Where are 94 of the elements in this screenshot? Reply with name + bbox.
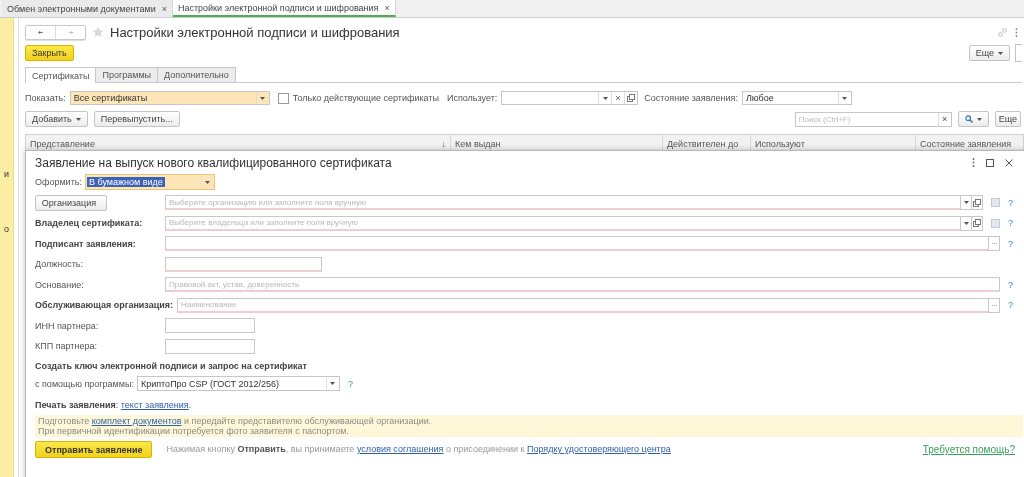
statement-link[interactable]: текст заявления: [120, 400, 189, 410]
open-tab[interactable]: Настройки электронной подписи и шифрования ×: [172, 0, 396, 17]
caret-icon: [976, 117, 982, 121]
input-field[interactable]: [165, 338, 255, 354]
close-button[interactable]: Закрыть: [25, 45, 74, 61]
search-button[interactable]: [957, 111, 989, 127]
caret-icon: [260, 96, 266, 100]
open-icon[interactable]: [973, 219, 981, 228]
column-header[interactable]: Состояние заявления: [920, 139, 1012, 149]
input-field[interactable]: [165, 318, 255, 334]
help-link[interactable]: ?: [1006, 300, 1015, 311]
close-icon[interactable]: [1005, 158, 1013, 167]
menu-icon[interactable]: [972, 158, 975, 167]
program-select[interactable]: КриптоПро CSP (ГОСТ 2012/256): [136, 376, 340, 392]
caret-icon: [330, 382, 336, 386]
tab[interactable]: Программы: [95, 67, 159, 82]
open-icon[interactable]: [627, 94, 636, 102]
agreement-text: Нажимая кнопку Отправить, вы принимаете условия соглашения о присоединении к Порядку удостоверяющего центра: [166, 444, 671, 455]
state-select[interactable]: Любое: [741, 91, 852, 105]
help-link[interactable]: ?: [1006, 197, 1015, 208]
section-heading: Создать ключ электронной подписи и запрос на сертификат: [35, 360, 308, 373]
tab[interactable]: Дополнительно: [157, 67, 236, 82]
caret-icon: [998, 51, 1003, 55]
field-label: КПП партнера:: [35, 341, 98, 352]
page-title: Настройки электронной подписи и шифрования: [110, 24, 401, 40]
show-label: Показать:: [25, 93, 66, 103]
tab-title[interactable]: Обмен электронными документами: [7, 3, 156, 14]
caret-icon: [205, 180, 211, 184]
sidebar-item[interactable]: о: [3, 223, 10, 235]
help-link[interactable]: ?: [1006, 238, 1015, 249]
form-type-label: Оформить:: [35, 177, 82, 188]
toolbar-button[interactable]: [1015, 44, 1022, 62]
open-button[interactable]: [971, 215, 983, 231]
terms-link[interactable]: условия соглашения: [356, 444, 444, 454]
send-button[interactable]: Отправить заявление: [35, 441, 153, 458]
uses-label: Использует:: [446, 93, 498, 103]
open-tab[interactable]: Обмен электронными документами ×: [2, 0, 173, 17]
maximize-icon[interactable]: [986, 158, 994, 167]
info-note: Подготовьте комплект документов и передайте представителю обслуживающей организации. При первичной идентификации потребуется фото заявителя с паспортом.: [35, 415, 1023, 437]
caret-icon: [842, 96, 848, 100]
field-label: Должность:: [35, 259, 85, 270]
tab[interactable]: Сертификаты: [25, 67, 97, 83]
caret-icon: [75, 117, 81, 121]
show-select[interactable]: Все сертификаты: [69, 91, 270, 105]
sidebar-item[interactable]: и: [3, 168, 11, 180]
help-link[interactable]: ?: [345, 378, 355, 389]
add-button[interactable]: Добавить: [25, 111, 88, 127]
state-label: Состояние заявления:: [644, 93, 738, 103]
checkbox-label[interactable]: Только действующие сертификаты: [292, 93, 439, 103]
select-button[interactable]: [988, 297, 1000, 313]
help-link[interactable]: Требуется помощь?: [922, 444, 1015, 455]
field-label: ИНН партнера:: [35, 320, 100, 331]
field-label: Обслуживающая организация:: [35, 300, 174, 311]
column-header[interactable]: Кем выдан: [455, 139, 501, 149]
field-label: Владелец сертификата:: [35, 218, 144, 229]
dialog-title: Заявление на выпуск нового квалифицированного сертификата: [35, 155, 393, 170]
select-button[interactable]: [988, 236, 1000, 252]
field-label: Основание:: [35, 279, 85, 290]
tab-title[interactable]: Настройки электронной подписи и шифрования: [177, 2, 379, 13]
open-icon[interactable]: [973, 198, 981, 207]
dropdown-button[interactable]: [960, 195, 972, 211]
caret-icon: [963, 201, 969, 205]
clear-button[interactable]: ×: [937, 112, 951, 126]
close-tab-button[interactable]: ×: [161, 3, 167, 14]
menu-icon[interactable]: [1015, 27, 1018, 37]
organization-button[interactable]: Организация: [35, 194, 107, 211]
checkbox[interactable]: [277, 92, 289, 104]
open-button[interactable]: [971, 195, 983, 211]
dropdown-button[interactable]: [960, 215, 972, 231]
star-icon[interactable]: [92, 26, 104, 38]
form-type-select[interactable]: В бумажном виде: [84, 174, 215, 191]
caret-icon: [963, 221, 969, 225]
uses-field[interactable]: [501, 91, 639, 105]
column-header[interactable]: Используют: [755, 139, 805, 149]
program-label: с помощью программы:: [35, 378, 134, 389]
documents-link[interactable]: комплект документов: [91, 416, 182, 426]
more-button[interactable]: Еще: [968, 45, 1010, 61]
caret-icon: [602, 96, 608, 100]
close-tab-button[interactable]: ×: [384, 2, 390, 13]
procedure-link[interactable]: Порядку удостоверяющего центра: [526, 444, 671, 454]
sort-indicator[interactable]: ↓: [441, 139, 446, 149]
help-link[interactable]: ?: [1006, 218, 1015, 229]
more-button[interactable]: Еще: [994, 111, 1021, 127]
input-field[interactable]: [165, 236, 989, 252]
help-link[interactable]: ?: [1006, 279, 1015, 290]
field-label: Подписант заявления:: [35, 238, 137, 249]
column-header[interactable]: Действителен до: [667, 139, 739, 149]
input-field[interactable]: [165, 256, 322, 272]
clear-icon[interactable]: [615, 95, 622, 101]
search-icon: [964, 115, 973, 123]
search-field[interactable]: Поиск (Ctrl+F) ×: [794, 111, 952, 127]
print-line: Печать заявления: текст заявления.: [35, 400, 193, 412]
column-header[interactable]: Представление: [30, 139, 95, 149]
reissue-button[interactable]: Перевыпустить...: [93, 111, 180, 127]
